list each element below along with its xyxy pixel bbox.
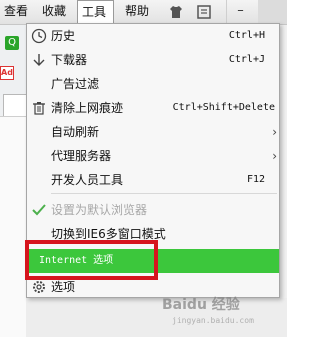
watermark-subtext: jingyan.baidu.com (172, 316, 254, 325)
window-control-button[interactable] (258, 0, 287, 24)
chevron-right-icon: › (272, 149, 277, 163)
watermark-text: Baidu 经验 (162, 297, 240, 313)
menu-item-label: 历史 (51, 29, 76, 43)
menu-item-label: 代理服务器 (51, 149, 112, 163)
menu-separator (51, 193, 277, 194)
menu-item-label: 自动刷新 (51, 125, 100, 139)
chevron-right-icon: › (272, 125, 277, 139)
settings-icon[interactable] (193, 0, 215, 24)
menu-tools[interactable]: 工具 (77, 0, 114, 25)
menu-item-shortcut: Ctrl+Shift+Delete (172, 102, 275, 113)
menu-item-label: 开发人员工具 (51, 173, 124, 187)
minimize-button[interactable]: – (226, 0, 254, 24)
menu-item-set-default-browser: 设置为默认浏览器 (27, 198, 279, 222)
menu-item-shortcut: Ctrl+J (228, 54, 265, 65)
address-bar-icon[interactable]: Q (5, 36, 19, 50)
menu-view[interactable]: 查看 (0, 0, 32, 25)
browser-right-edge (280, 25, 287, 337)
shirt-icon[interactable] (165, 0, 187, 24)
ad-filter-icon[interactable]: Ad (0, 66, 14, 80)
menu-help[interactable]: 帮助 (121, 0, 153, 25)
trash-icon (31, 100, 47, 116)
menu-item-downloader[interactable]: 下载器 Ctrl+J (27, 48, 279, 72)
menu-item-label: 设置为默认浏览器 (51, 203, 148, 217)
menu-item-label: 广告过滤 (51, 77, 100, 91)
menu-bar: 查看 收藏 工具 帮助 – (0, 0, 287, 25)
menu-item-shortcut: Ctrl+H (228, 30, 265, 41)
page-content-area (0, 116, 26, 337)
menu-item-proxy-server[interactable]: 代理服务器 › (27, 144, 279, 168)
menu-item-label: 下载器 (51, 53, 88, 67)
menu-favorites[interactable]: 收藏 (38, 0, 70, 25)
menu-item-clear-history[interactable]: 清除上网痕迹 Ctrl+Shift+Delete (27, 96, 279, 120)
browser-tab[interactable] (3, 94, 27, 116)
menu-item-shortcut: F12 (246, 174, 265, 185)
gear-icon (31, 279, 47, 295)
menu-item-developer-tools[interactable]: 开发人员工具 F12 (27, 168, 279, 192)
menu-item-label: 清除上网痕迹 (51, 101, 124, 115)
clock-icon (31, 28, 47, 44)
menu-item-auto-refresh[interactable]: 自动刷新 › (27, 120, 279, 144)
menu-item-ad-filter[interactable]: 广告过滤 (27, 72, 279, 96)
menu-item-history[interactable]: 历史 Ctrl+H (27, 24, 279, 48)
annotation-highlight-box (25, 240, 158, 280)
checkmark-icon (31, 202, 47, 218)
download-arrow-icon (31, 52, 47, 68)
